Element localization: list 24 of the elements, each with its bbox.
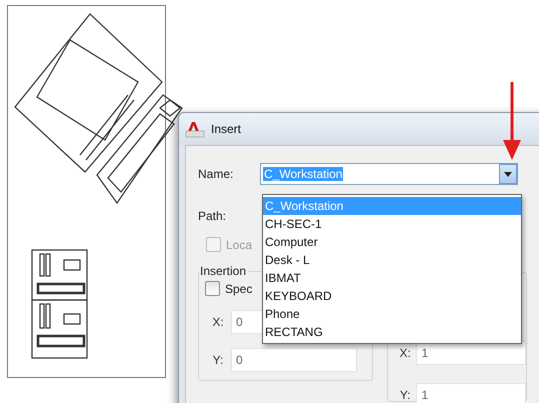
dropdown-item[interactable]: Phone	[263, 305, 521, 323]
y-field[interactable]: 1	[416, 383, 526, 403]
dropdown-button[interactable]	[499, 164, 517, 184]
dropdown-item[interactable]: KEYBOARD	[263, 287, 521, 305]
name-value: C_Workstation	[263, 167, 344, 181]
dropdown-item[interactable]: Computer	[263, 233, 521, 251]
specify-label: Spec	[225, 282, 252, 296]
specify-checkbox[interactable]	[205, 281, 220, 296]
dropdown-item[interactable]: RECTANG	[263, 323, 521, 341]
y-label: Y:	[398, 388, 412, 402]
dropdown-item[interactable]: Desk - L	[263, 251, 521, 269]
y-label: Y:	[212, 353, 224, 367]
dialog-title: Insert	[211, 122, 242, 136]
name-label: Name:	[198, 167, 234, 181]
x-label: X:	[211, 315, 225, 329]
group-title: Insertion	[200, 264, 248, 278]
x-label: X:	[398, 346, 412, 360]
dropdown-item[interactable]: CH-SEC-1	[263, 215, 521, 233]
locate-label: Loca	[226, 238, 252, 252]
dropdown-item[interactable]: IBMAT	[263, 269, 521, 287]
y-field[interactable]: 0	[231, 348, 357, 372]
caret-icon	[504, 172, 512, 176]
path-label: Path:	[198, 209, 228, 223]
app-logo-icon	[185, 120, 205, 138]
